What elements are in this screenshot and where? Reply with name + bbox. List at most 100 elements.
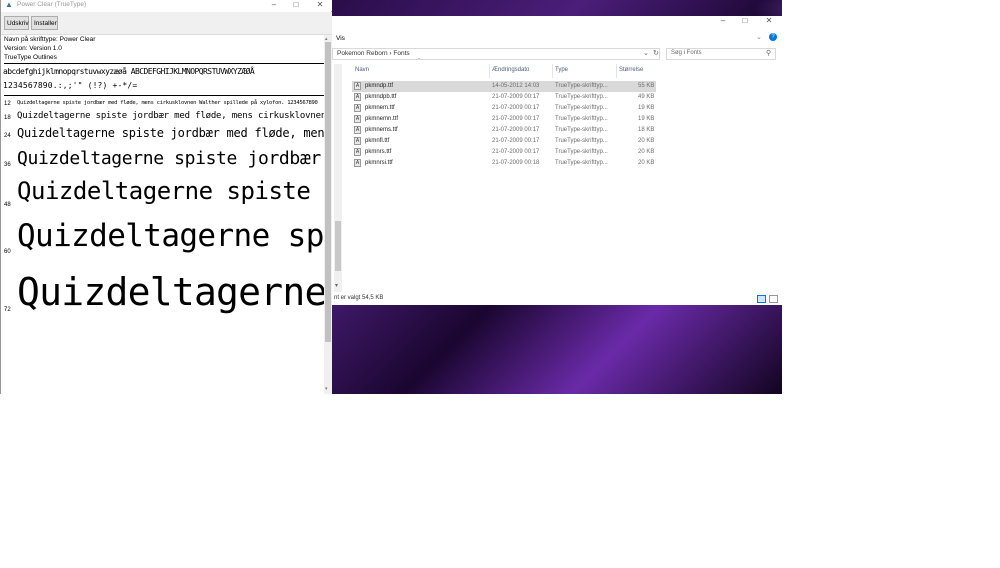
file-size: 19 KB: [638, 105, 655, 111]
file-row[interactable]: Apkmnrsi.ttf 21-07-2009 00:18 TrueType-skr…: [352, 158, 656, 169]
search-placeholder: Søg i Fonts: [671, 50, 702, 56]
column-header-type[interactable]: Type: [555, 67, 568, 73]
sample-text: Quizdeltagerne: [17, 270, 324, 314]
file-date: 21-07-2009 00:17: [492, 127, 540, 133]
file-date: 14-05-2012 14:03: [492, 83, 540, 89]
breadcrumb-current[interactable]: Fonts: [393, 50, 409, 57]
details-view-icon[interactable]: [757, 295, 766, 303]
file-date: 21-07-2009 00:17: [492, 149, 540, 155]
file-name: pkmnems.ttf: [365, 127, 398, 133]
sample-size-label: 48: [4, 202, 11, 208]
status-text: nt er valgt 54,5 KB: [334, 295, 384, 301]
file-size: 20 KB: [638, 160, 655, 166]
file-type: TrueType-skrifttyp...: [555, 149, 608, 155]
divider: [4, 63, 324, 64]
file-type: TrueType-skrifttyp...: [555, 127, 608, 133]
column-divider[interactable]: [616, 64, 617, 78]
help-icon[interactable]: ?: [769, 33, 777, 41]
file-name: pkmnrsi.ttf: [365, 160, 393, 166]
chevron-down-icon[interactable]: ⌄: [643, 49, 649, 57]
print-button[interactable]: Udskriv: [4, 16, 29, 30]
column-divider[interactable]: [552, 64, 553, 78]
version-line: Version: Version 1.0: [4, 45, 62, 52]
file-name: pkmnfl.ttf: [365, 138, 390, 144]
sample-text: Quizdeltagerne spiste jordbær: [17, 148, 321, 169]
address-bar[interactable]: Pokemon Reborn › Fonts ⌄ ↻: [332, 48, 660, 60]
sample-text: Quizdeltagerne spiste jor: [17, 177, 324, 205]
large-icons-view-icon[interactable]: [769, 295, 778, 303]
sample-size-label: 72: [4, 307, 11, 313]
breadcrumb-parent[interactable]: Pokemon Reborn: [337, 50, 388, 57]
column-divider[interactable]: [489, 64, 490, 78]
maximize-icon[interactable]: □: [734, 16, 756, 26]
file-name: pkmndp.ttf: [365, 83, 394, 89]
file-row[interactable]: Apkmnemn.ttf 21-07-2009 00:17 TrueType-skr…: [352, 114, 656, 125]
font-preview: Navn på skrifttype: Power Clear Version:…: [2, 35, 324, 394]
file-type: TrueType-skrifttyp...: [555, 160, 608, 166]
file-size: 20 KB: [638, 138, 655, 144]
sample-size-label: 60: [4, 249, 11, 255]
chevron-down-icon[interactable]: ⌄: [756, 33, 762, 41]
file-size: 18 KB: [638, 127, 655, 133]
breadcrumb: Pokemon Reborn › Fonts: [337, 50, 410, 57]
sample-size-label: 36: [4, 162, 11, 168]
minimize-icon[interactable]: –: [712, 16, 734, 26]
file-name: pkmnemn.ttf: [365, 116, 399, 122]
file-name: pkmndpb.ttf: [365, 94, 397, 100]
font-file-icon: A: [354, 148, 361, 156]
menu-view[interactable]: Vis: [336, 35, 345, 42]
explorer-window: – □ ✕ Vis ⌄ ? Pokemon Reborn › Fonts ⌄ ↻…: [332, 16, 782, 305]
file-name: pkmnem.ttf: [365, 105, 395, 111]
font-file-icon: A: [354, 159, 361, 167]
file-size: 20 KB: [638, 149, 655, 155]
search-box[interactable]: Søg i Fonts ⚲: [666, 48, 776, 60]
file-row[interactable]: Apkmnems.ttf 21-07-2009 00:17 TrueType-skr…: [352, 125, 656, 136]
minimize-icon[interactable]: –: [263, 0, 285, 10]
maximize-icon[interactable]: □: [285, 0, 307, 10]
column-header-name[interactable]: Navn: [355, 67, 369, 73]
file-type: TrueType-skrifttyp...: [555, 83, 608, 89]
search-icon[interactable]: ⚲: [766, 49, 771, 57]
scroll-down-icon[interactable]: ▾: [325, 386, 328, 392]
sample-size-label: 24: [4, 133, 11, 139]
preview-scroll-thumb[interactable]: [325, 42, 331, 342]
file-type: TrueType-skrifttyp...: [555, 116, 608, 122]
nav-pane-scroll-thumb[interactable]: [335, 221, 341, 271]
font-file-icon: A: [354, 115, 361, 123]
file-size: 55 KB: [638, 83, 655, 89]
scroll-down-icon[interactable]: ▾: [335, 282, 338, 289]
breadcrumb-separator: ›: [389, 50, 392, 57]
install-button[interactable]: Installer: [31, 16, 58, 30]
divider: [4, 95, 324, 96]
font-app-icon: ▲: [5, 0, 13, 9]
explorer-titlebar: – □ ✕: [332, 16, 782, 30]
file-type: TrueType-skrifttyp...: [555, 105, 608, 111]
column-header-size[interactable]: Størrelse: [619, 67, 643, 73]
file-date: 21-07-2009 00:17: [492, 94, 540, 100]
file-row[interactable]: Apkmnem.ttf 21-07-2009 00:17 TrueType-skri…: [352, 103, 656, 114]
file-size: 19 KB: [638, 116, 655, 122]
file-row[interactable]: Apkmndpb.ttf 21-07-2009 00:17 TrueType-skr…: [352, 92, 656, 103]
status-bar: nt er valgt 54,5 KB: [332, 293, 782, 305]
font-file-icon: A: [354, 93, 361, 101]
close-icon[interactable]: ✕: [309, 0, 331, 10]
column-header-date[interactable]: Ændringsdato: [492, 67, 529, 73]
file-date: 21-07-2009 00:18: [492, 160, 540, 166]
file-list: ˆ Navn Ændringsdato Type Størrelse Apkmn…: [352, 59, 656, 292]
font-file-icon: A: [354, 137, 361, 145]
file-row[interactable]: Apkmndp.ttf 14-05-2012 14:03 TrueType-skri…: [352, 81, 656, 92]
close-icon[interactable]: ✕: [758, 16, 780, 26]
font-file-icon: A: [354, 126, 361, 134]
file-date: 21-07-2009 00:17: [492, 116, 540, 122]
file-type: TrueType-skrifttyp...: [555, 94, 608, 100]
scroll-up-icon[interactable]: ▴: [325, 36, 328, 42]
font-viewer-toolbar: Udskriv Installer: [1, 12, 332, 35]
refresh-icon[interactable]: ↻: [653, 49, 659, 57]
file-date: 21-07-2009 00:17: [492, 105, 540, 111]
file-row[interactable]: Apkmnrs.ttf 21-07-2009 00:17 TrueType-skri…: [352, 147, 656, 158]
sample-size-label: 18: [4, 115, 11, 121]
file-row[interactable]: Apkmnfl.ttf 21-07-2009 00:17 TrueType-skri…: [352, 136, 656, 147]
font-viewer-window: ▲ Power Clear (TrueType) – □ ✕ Udskriv I…: [0, 0, 332, 394]
format-line: TrueType Outlines: [4, 54, 57, 61]
font-viewer-titlebar: ▲ Power Clear (TrueType) – □ ✕: [1, 0, 332, 11]
